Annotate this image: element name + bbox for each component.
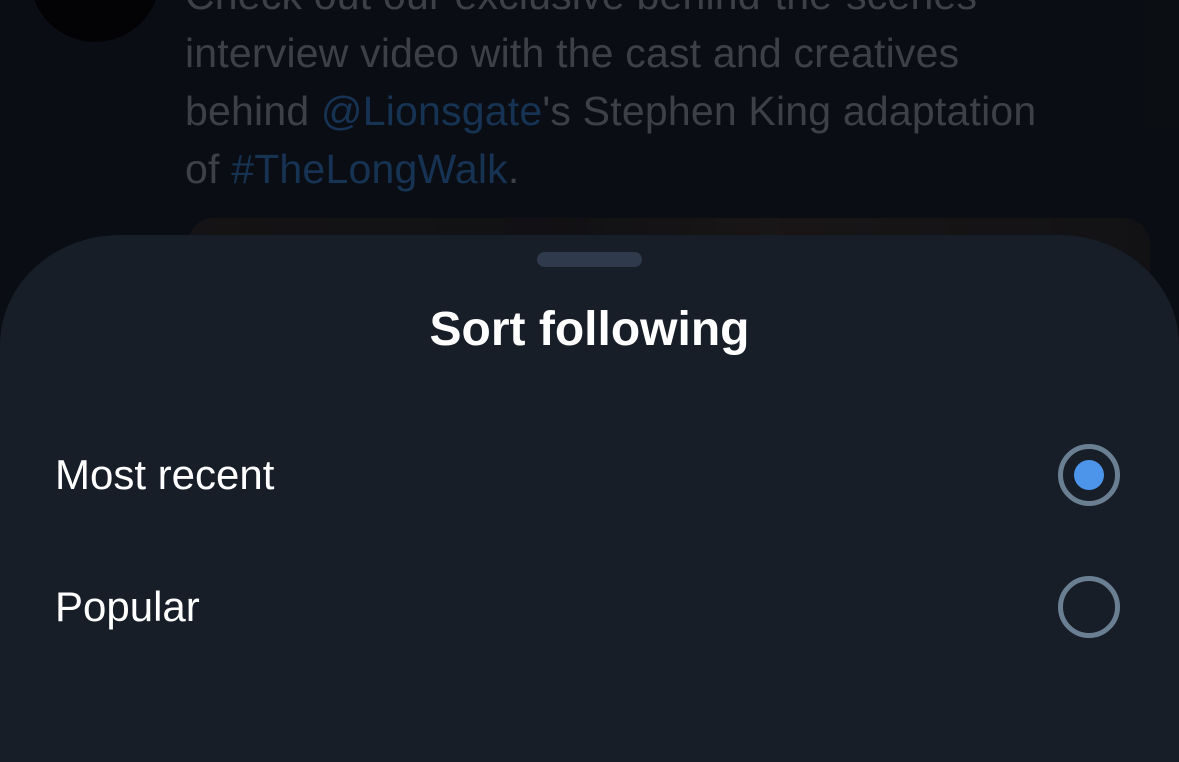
radio-unselected-icon[interactable] [1058,576,1120,638]
sheet-title: Sort following [429,303,750,356]
screen: Check out our exclusive behind-the-scene… [0,0,1179,762]
radio-dot-icon [1074,460,1104,490]
sheet-grabber-handle[interactable] [537,252,642,267]
radio-selected-icon[interactable] [1058,444,1120,506]
option-label: Most recent [55,451,275,498]
option-most-recent[interactable]: Most recent [0,420,1179,530]
sort-bottom-sheet: Sort following Most recent Popular [0,235,1179,762]
option-popular[interactable]: Popular [0,552,1179,662]
option-label: Popular [55,583,200,630]
